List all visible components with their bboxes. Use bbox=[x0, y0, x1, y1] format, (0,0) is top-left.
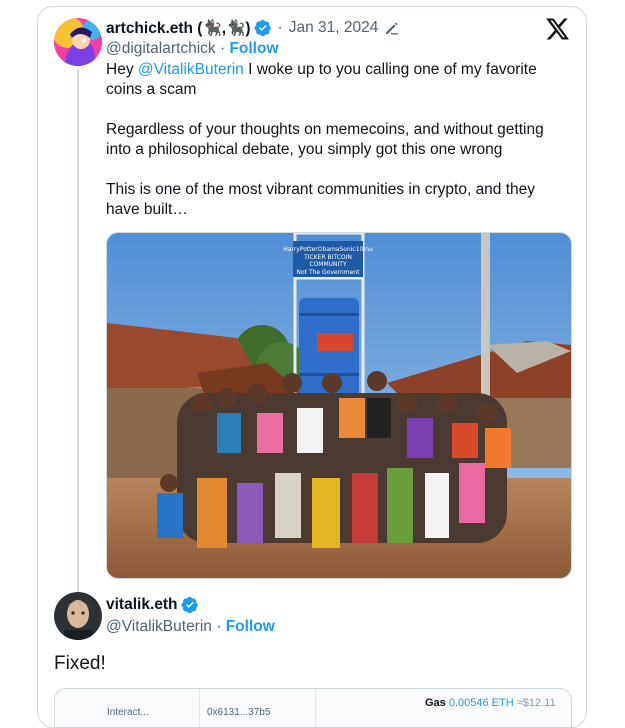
tweet-header: artchick.eth (🐈‍⬛,🐈‍⬛) · Jan 31, 2024 bbox=[106, 17, 400, 39]
tweet-text: Hey @VitalikButerin I woke up to you cal… bbox=[106, 60, 566, 220]
tweet-text-intro: Hey bbox=[106, 61, 138, 78]
transaction-embed[interactable]: Interact... 0x6131...37b5 Gas 0.00546 ET… bbox=[54, 688, 572, 727]
sign-text-1: HarryPotterObamaSonic10Inu bbox=[283, 246, 373, 253]
embed-interact-cell: Interact... bbox=[107, 707, 149, 718]
author-handle-row: @digitalartchick · Follow bbox=[106, 40, 279, 58]
tweet-card[interactable]: artchick.eth (🐈‍⬛,🐈‍⬛) · Jan 31, 2024 @d… bbox=[37, 6, 587, 728]
sign-text-4: Not The Government bbox=[297, 269, 361, 276]
mention-link[interactable]: @VitalikButerin bbox=[138, 61, 244, 78]
gas-usd-value: ≈$12.11 bbox=[516, 697, 556, 709]
sign-text-2: TICKER BITCOIN bbox=[303, 254, 352, 261]
header-separator: · bbox=[277, 19, 283, 36]
tweet-photo[interactable]: HarryPotterObamaSonic10Inu TICKER BITCOI… bbox=[106, 232, 572, 579]
reply-text: Fixed! bbox=[54, 653, 106, 674]
edited-pencil-icon[interactable] bbox=[384, 20, 400, 36]
author-name[interactable]: artchick.eth (🐈‍⬛,🐈‍⬛) bbox=[106, 19, 251, 38]
gas-eth-value: 0.00546 ETH bbox=[448, 697, 514, 709]
thread-line bbox=[77, 70, 79, 592]
embed-divider bbox=[315, 689, 316, 727]
sign-text-3: COMMUNITY bbox=[309, 261, 347, 268]
embed-address-cell: 0x6131...37b5 bbox=[207, 707, 271, 718]
tweet-text-body: I woke up to you calling one of my favor… bbox=[106, 61, 544, 218]
tweet-date[interactable]: Jan 31, 2024 bbox=[289, 19, 379, 37]
reply-author-handle[interactable]: @VitalikButerin bbox=[106, 618, 212, 635]
follow-button[interactable]: Follow bbox=[229, 40, 278, 57]
reply-handle-separator: · bbox=[216, 618, 222, 635]
reply-verified-badge-icon bbox=[180, 596, 198, 614]
reply-author-name[interactable]: vitalik.eth bbox=[106, 596, 178, 614]
x-logo-icon[interactable] bbox=[546, 18, 570, 40]
gas-label: Gas bbox=[425, 697, 446, 709]
author-handle[interactable]: @digitalartchick bbox=[106, 40, 216, 57]
author-avatar[interactable] bbox=[54, 18, 102, 66]
handle-separator: · bbox=[219, 40, 226, 57]
gas-readout: Gas 0.00546 ETH ≈$12.11 bbox=[425, 697, 556, 709]
reply-follow-button[interactable]: Follow bbox=[226, 618, 275, 635]
reply-handle-row: @VitalikButerin · Follow bbox=[106, 618, 275, 636]
reply-header: vitalik.eth bbox=[106, 596, 199, 614]
verified-badge-icon bbox=[254, 19, 271, 37]
reply-avatar[interactable] bbox=[54, 592, 102, 640]
embed-divider bbox=[199, 689, 200, 727]
